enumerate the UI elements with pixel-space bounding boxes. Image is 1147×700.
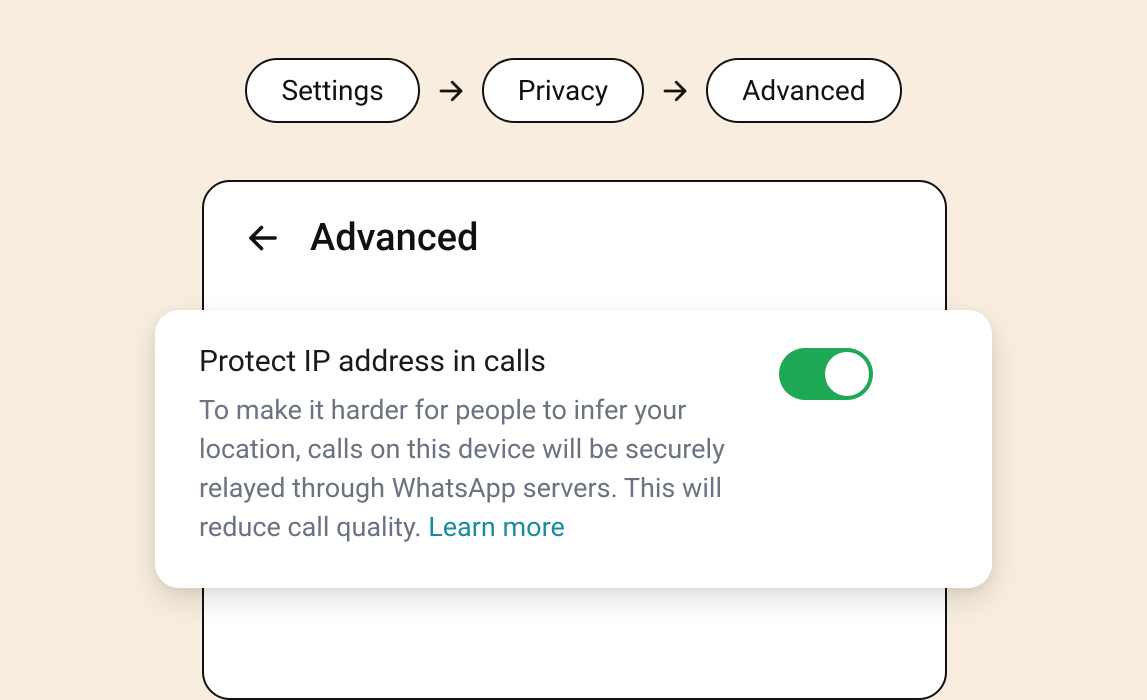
arrow-right-icon (436, 76, 466, 106)
protect-ip-toggle[interactable] (779, 348, 873, 400)
breadcrumb: Settings Privacy Advanced (0, 58, 1147, 123)
toggle-knob (825, 352, 869, 396)
breadcrumb-item-settings[interactable]: Settings (245, 58, 419, 123)
breadcrumb-item-advanced[interactable]: Advanced (706, 58, 901, 123)
setting-title: Protect IP address in calls (199, 344, 739, 379)
arrow-left-icon (245, 220, 281, 256)
breadcrumb-item-privacy[interactable]: Privacy (482, 58, 644, 123)
setting-text: Protect IP address in calls To make it h… (199, 344, 739, 548)
setting-card-protect-ip: Protect IP address in calls To make it h… (155, 310, 992, 588)
screen-header: Advanced (242, 216, 907, 260)
arrow-right-icon (660, 76, 690, 106)
setting-description: To make it harder for people to infer yo… (199, 391, 739, 548)
screen-title: Advanced (310, 216, 478, 260)
back-button[interactable] (242, 217, 284, 259)
learn-more-link[interactable]: Learn more (428, 511, 565, 543)
